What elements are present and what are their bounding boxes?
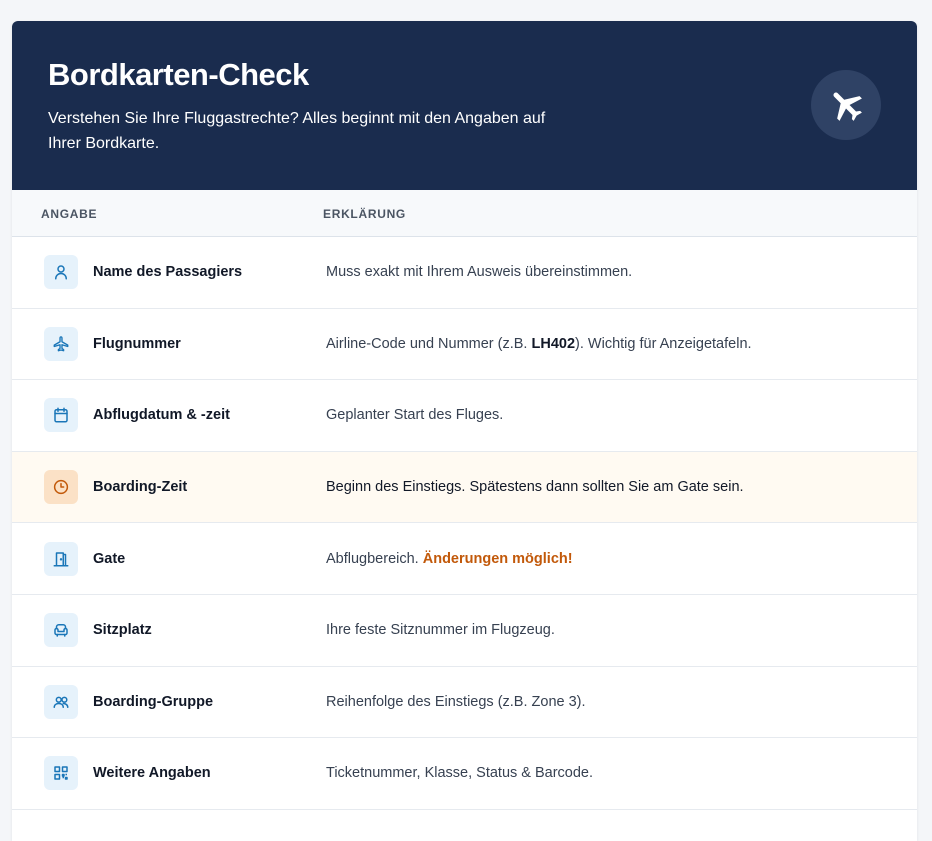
row-label: Weitere Angaben xyxy=(93,765,211,782)
row-label: Sitzplatz xyxy=(93,622,152,639)
row-label: Boarding-Zeit xyxy=(93,479,188,496)
row-description: Muss exakt mit Ihrem Ausweis übereinstim… xyxy=(326,264,633,281)
table-row: Name des Passagiers Muss exakt mit Ihrem… xyxy=(12,237,917,309)
gate-change-warning: Änderungen möglich! xyxy=(422,550,573,567)
table-row: Sitzplatz Ihre feste Sitznummer im Flugz… xyxy=(12,595,917,667)
seat-icon xyxy=(44,613,78,648)
plane-icon xyxy=(44,326,78,361)
row-description-text: Airline-Code und Nummer (z.B. xyxy=(326,335,532,352)
table-row: Flugnummer Airline-Code und Nummer (z.B.… xyxy=(12,309,917,381)
page-subtitle: Verstehen Sie Ihre Fluggastrechte? Alles… xyxy=(48,110,546,152)
calendar-icon xyxy=(44,398,78,433)
row-description: Ihre feste Sitznummer im Flugzeug. xyxy=(326,622,555,639)
boarding-pass-card: Bordkarten-Check Verstehen Sie Ihre Flug… xyxy=(12,21,917,841)
row-description: Geplanter Start des Fluges. xyxy=(326,407,504,424)
row-description: Abflugbereich. Änderungen möglich! xyxy=(326,551,573,567)
row-description: Reihenfolge des Einstiegs (z.B. Zone 3). xyxy=(326,693,586,710)
group-icon xyxy=(44,684,78,719)
door-icon xyxy=(44,541,78,576)
row-description: Ticketnummer, Klasse, Status & Barcode. xyxy=(326,765,594,782)
flight-number-example: LH402 xyxy=(531,335,576,352)
qr-code-icon xyxy=(44,756,78,791)
row-description-text: Abflugbereich. xyxy=(326,550,423,567)
table-header: ANGABE ERKLÄRUNG xyxy=(12,190,917,237)
row-description: Beginn des Einstiegs. Spätestens dann so… xyxy=(326,479,744,496)
row-label: Name des Passagiers xyxy=(93,264,243,281)
table-row: Abflugdatum & -zeit Geplanter Start des … xyxy=(12,380,917,452)
card-header: Bordkarten-Check Verstehen Sie Ihre Flug… xyxy=(12,21,917,190)
row-label: Boarding-Gruppe xyxy=(93,693,214,710)
table-row: Boarding-Gruppe Reihenfolge des Einstieg… xyxy=(12,667,917,739)
clock-icon xyxy=(44,470,78,505)
row-description-text: ). Wichtig für Anzeigetafeln. xyxy=(575,335,752,352)
row-label: Flugnummer xyxy=(93,335,181,352)
table-row: Weitere Angaben Ticketnummer, Klasse, St… xyxy=(12,738,917,810)
column-header-explanation: ERKLÄRUNG xyxy=(323,207,406,221)
table-row: Gate Abflugbereich. Änderungen möglich! xyxy=(12,523,917,595)
row-description: Airline-Code und Nummer (z.B. LH402). Wi… xyxy=(326,336,752,352)
row-label: Gate xyxy=(93,550,126,567)
table-row-highlighted: Boarding-Zeit Beginn des Einstiegs. Spät… xyxy=(12,451,917,524)
row-label: Abflugdatum & -zeit xyxy=(93,407,230,424)
column-header-field: ANGABE xyxy=(41,207,98,221)
page-title: Bordkarten-Check xyxy=(48,57,309,92)
airplane-icon xyxy=(811,70,881,140)
user-icon xyxy=(44,255,78,290)
